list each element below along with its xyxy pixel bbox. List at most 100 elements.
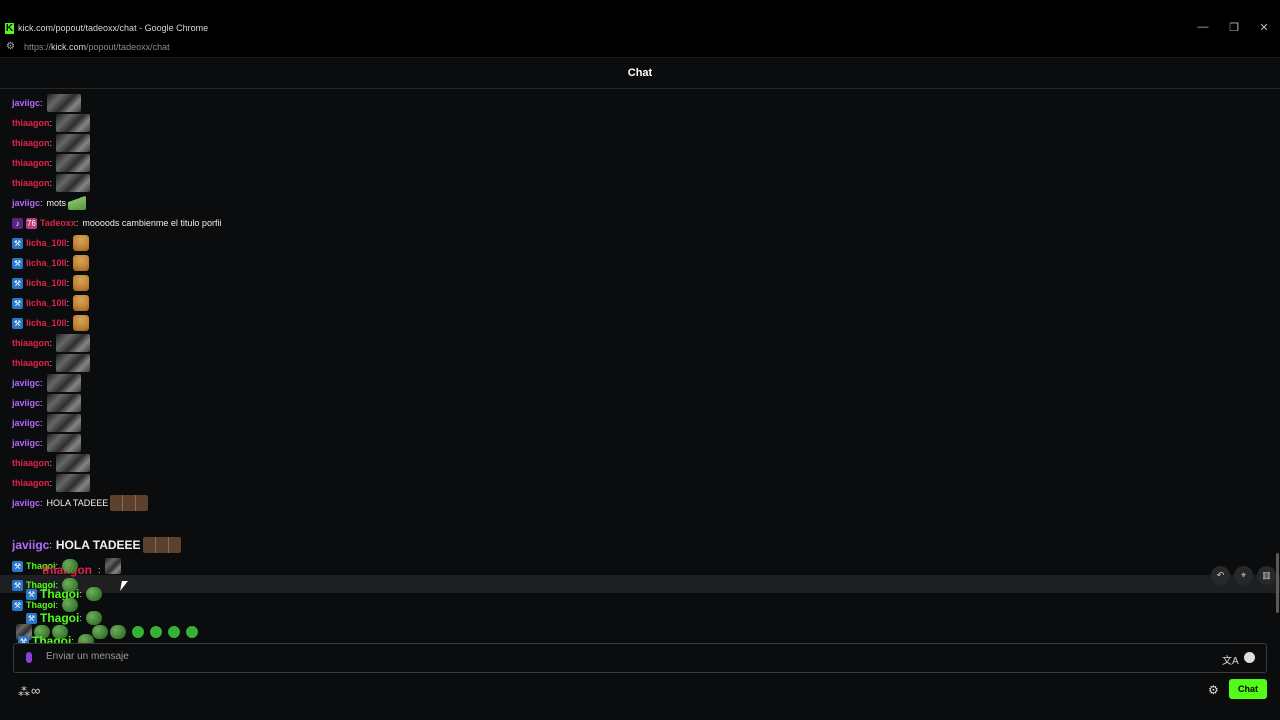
list-item: javiigc: [12,433,81,453]
list-item: ⚒ licha_10ll: [12,233,90,253]
user-name[interactable]: thiaagon [12,138,50,148]
kick-favicon-icon: K [5,23,14,34]
emote [104,558,121,574]
user-name[interactable]: javiigc [12,98,40,108]
user-name[interactable]: licha_10ll [26,298,67,308]
user-name[interactable]: javiigc [12,438,40,448]
chat-messages[interactable]: javiigc: thiaagon: thiaagon: thiaagon: thiaa… [0,89,1280,641]
list-item: javiigc: [12,93,81,113]
list-item: thiaagon: [12,153,91,173]
green-emote [150,626,162,638]
community-icon[interactable]: ⁂ [18,685,30,699]
chat-footer: ⁂ ∞ ⚙ Chat [0,677,1280,720]
user-name[interactable]: javiigc [12,418,40,428]
user-name[interactable]: javiigc [12,378,40,388]
frog-emote [85,587,102,601]
microphone-icon[interactable] [26,652,32,663]
user-name[interactable]: thiaagon [12,178,50,188]
list-item: ⚒ licha_10ll: [12,273,90,293]
user-name[interactable]: thiaagon [12,458,50,468]
scrollbar[interactable] [1276,553,1279,613]
restore-button[interactable]: ❐ [1223,21,1245,34]
address-bar[interactable]: ⚙ https://kick.com/popout/tadeoxx/chat [0,38,1280,58]
user-name[interactable]: Tadeoxx [40,218,76,228]
browser-titlebar: K kick.com/popout/tadeoxx/chat - Google … [0,0,1280,38]
pin-icon[interactable]: ⌖ [1234,566,1253,585]
user-name[interactable]: thiaagon [12,478,50,488]
list-item: thiaagon: [12,113,91,133]
emote [56,154,91,172]
emote [46,94,81,112]
translate-icon[interactable]: 文A [1222,652,1239,667]
site-settings-icon[interactable]: ⚙ [6,41,15,52]
user-name[interactable]: javiigc [12,398,40,408]
message-actions: ↶ ⌖ ▥ [1211,566,1276,585]
user-name[interactable]: javiigc [12,498,40,508]
emote [46,434,81,452]
message-input[interactable] [46,651,1196,662]
emote [46,374,81,392]
list-item: javiigc: [12,373,81,393]
user-name[interactable]: thiaagon [12,118,50,128]
infinity-icon[interactable]: ∞ [31,683,40,698]
emote [56,134,91,152]
emote [142,537,181,553]
vip-badge-icon: ⚒ [12,599,23,611]
chat-title: Chat [627,67,653,79]
vip-badge-icon: ⚒ [12,579,23,591]
emoji-icon[interactable] [1244,652,1255,663]
user-name[interactable]: javiigc [12,198,40,208]
emote [73,315,90,331]
vip-badge-icon: ⚒ [12,317,23,329]
reply-icon[interactable]: ↶ [1211,566,1230,585]
list-item: javiigc: mots [12,193,87,213]
vip-badge-icon: ⚒ [12,277,23,289]
emote [56,454,91,472]
green-emote [186,626,198,638]
emote [56,354,91,372]
user-name[interactable]: licha_10ll [26,278,67,288]
delete-icon[interactable]: ▥ [1257,566,1276,585]
url-text[interactable]: https://kick.com/popout/tadeoxx/chat [24,42,170,52]
vip-badge-icon: ⚒ [12,560,23,572]
user-name[interactable]: licha_10ll [26,258,67,268]
emote [56,174,91,192]
list-item: javiigc: [12,413,81,433]
close-button[interactable]: ✕ [1253,21,1275,34]
subscriber-badge-icon: 76 [26,217,37,229]
big-message-user[interactable]: javiigc [12,538,49,552]
emote [46,414,81,432]
list-item: thiaagon: [12,173,91,193]
emote [73,275,90,291]
vip-badge-icon: ⚒ [12,257,23,269]
frog-emote [62,559,79,573]
list-item: thiaagon: [12,333,91,353]
emote [110,495,149,511]
frog-emote [110,625,126,639]
chat-header: Chat [0,58,1280,89]
emote [56,334,91,352]
emote [68,196,87,210]
user-name[interactable]: licha_10ll [26,238,67,248]
list-item: javiigc: HOLA TADEEE [12,493,149,513]
user-name[interactable]: thiaagon [12,158,50,168]
list-item: thiaagon: [12,473,91,493]
user-name[interactable]: licha_10ll [26,318,67,328]
emote [73,295,90,311]
list-item: ⚒ licha_10ll: [12,293,90,313]
green-emote [168,626,180,638]
frog-emote [92,625,108,639]
gear-icon[interactable]: ⚙ [1208,683,1219,697]
minimize-button[interactable]: — [1192,21,1214,33]
vip-badge-icon: ⚒ [12,237,23,249]
list-item: ⚒ licha_10ll: [12,313,90,333]
emote [73,235,90,251]
user-name[interactable]: thiaagon [12,358,50,368]
message-input-box[interactable]: 文A [13,643,1267,673]
user-name[interactable]: thiaagon [12,338,50,348]
hovered-message-row[interactable] [0,575,1280,593]
broadcaster-badge-icon: ♪ [12,217,23,229]
send-chat-button[interactable]: Chat [1229,679,1267,699]
emote [56,474,91,492]
list-item: thiaagon: [12,453,91,473]
